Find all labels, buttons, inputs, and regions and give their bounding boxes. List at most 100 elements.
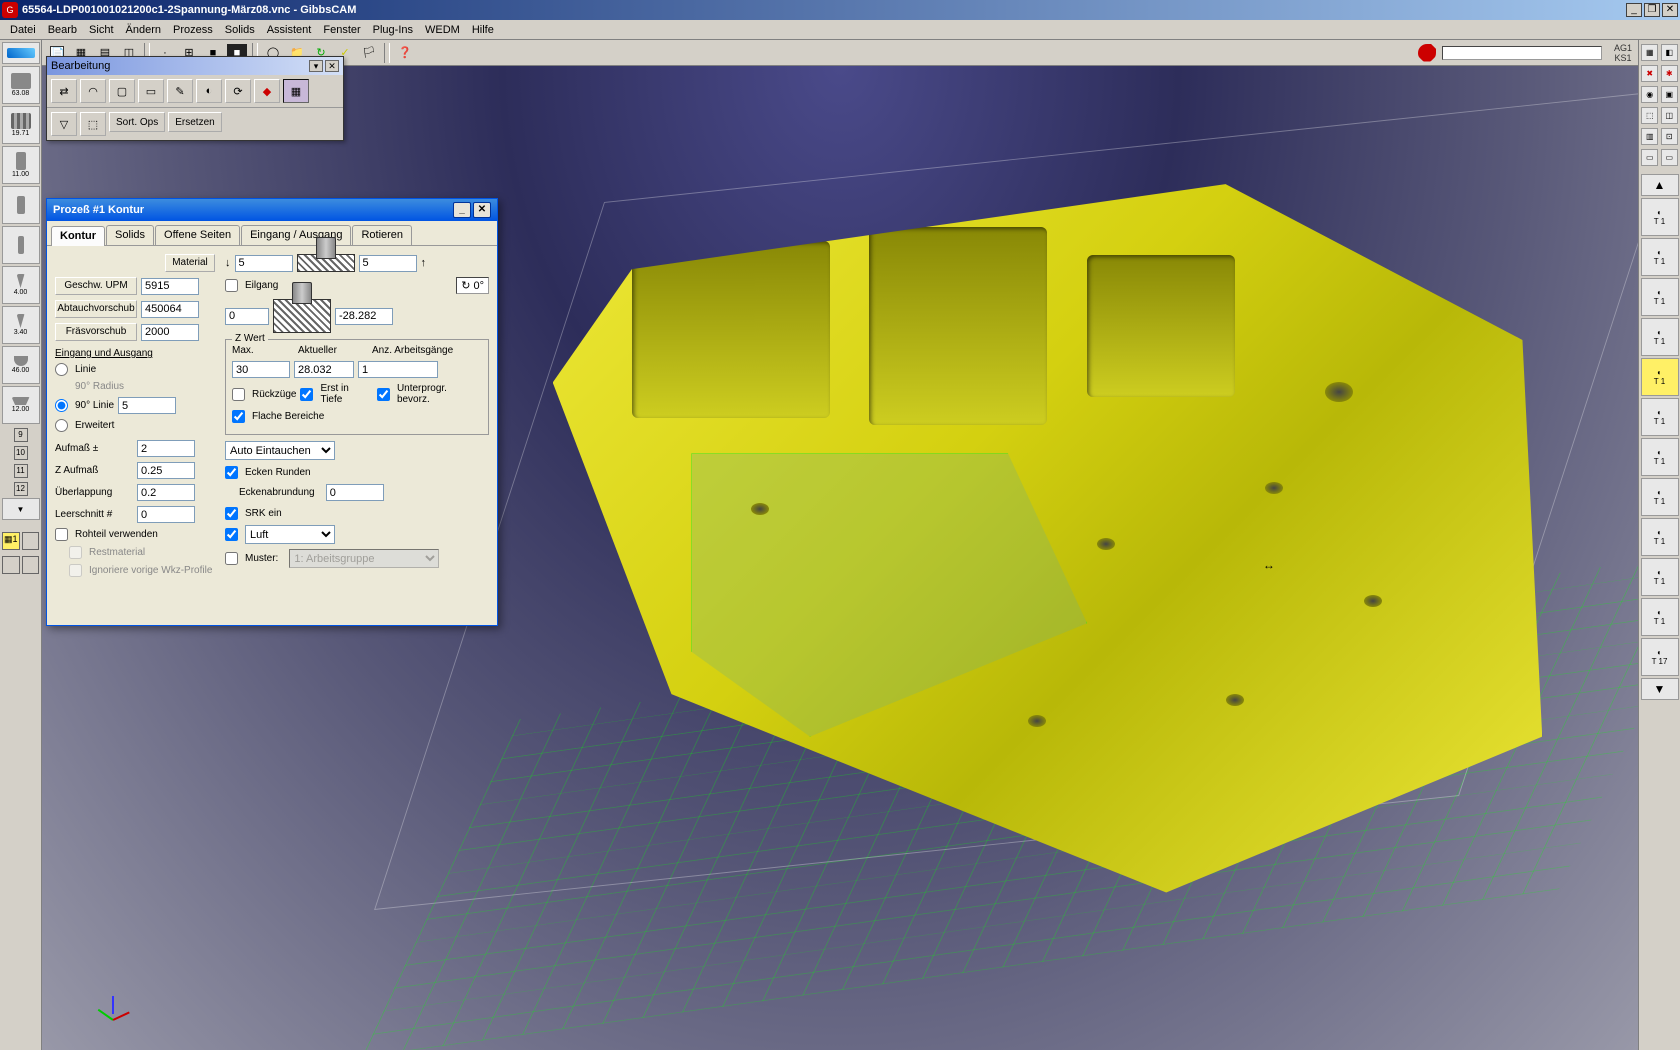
aufmass-input[interactable]: [137, 440, 195, 457]
op-slot-2[interactable]: ◐T 1: [1641, 238, 1679, 276]
ecken-checkbox[interactable]: [225, 466, 238, 479]
op-slot-11[interactable]: ◐T 1: [1641, 598, 1679, 636]
op-slot-8[interactable]: ◐T 1: [1641, 478, 1679, 516]
menu-bearb[interactable]: Bearb: [42, 22, 83, 38]
menu-prozess[interactable]: Prozess: [167, 22, 219, 38]
left-num-9[interactable]: 9: [14, 428, 28, 442]
stop-button[interactable]: [1418, 44, 1436, 62]
tab-solids[interactable]: Solids: [106, 225, 154, 245]
rt-icon-4[interactable]: ✱: [1661, 65, 1678, 82]
rt-icon-10[interactable]: ⊡: [1661, 128, 1678, 145]
dialog-close[interactable]: ✕: [473, 202, 491, 218]
botzval-input[interactable]: [335, 308, 393, 325]
pal-tool-6[interactable]: ◐: [196, 79, 222, 103]
angle-box[interactable]: ↻0°: [456, 277, 489, 294]
op-slot-4[interactable]: ◐T 1: [1641, 318, 1679, 356]
max-input[interactable]: [232, 361, 290, 378]
zaufmass-input[interactable]: [137, 462, 195, 479]
ueberlappung-input[interactable]: [137, 484, 195, 501]
topz2-input[interactable]: [359, 255, 417, 272]
rt-scroll-up[interactable]: ▲: [1641, 174, 1679, 196]
prozess-dialog[interactable]: Prozeß #1 Kontur _ ✕ Kontur Solids Offen…: [46, 198, 498, 626]
radio-90linie[interactable]: [55, 399, 68, 412]
maximize-button[interactable]: ❐: [1644, 3, 1660, 17]
tb-flag[interactable]: 🏳: [358, 43, 380, 63]
tab-kontur[interactable]: Kontur: [51, 226, 105, 246]
menu-fenster[interactable]: Fenster: [317, 22, 366, 38]
sort-ops-button[interactable]: Sort. Ops: [109, 112, 165, 132]
rt-icon-6[interactable]: ▣: [1661, 86, 1678, 103]
luft-checkbox[interactable]: [225, 528, 238, 541]
tab-offene-seiten[interactable]: Offene Seiten: [155, 225, 240, 245]
pal-tool-9-active[interactable]: ▦: [283, 79, 309, 103]
menu-datei[interactable]: Datei: [4, 22, 42, 38]
material-button[interactable]: Material: [165, 254, 215, 272]
op-slot-3[interactable]: ◐T 1: [1641, 278, 1679, 316]
pal-tool-8[interactable]: ◆: [254, 79, 280, 103]
tool-slot-9[interactable]: 12.00: [2, 386, 40, 424]
rt-icon-11[interactable]: ▭: [1641, 149, 1658, 166]
tool-slot-7[interactable]: 3.40: [2, 306, 40, 344]
palette-title-bar[interactable]: Bearbeitung ▾ ✕: [47, 57, 343, 75]
pal-tool-7[interactable]: ⟳: [225, 79, 251, 103]
tool-slot-6[interactable]: 4.00: [2, 266, 40, 304]
eckenabrund-input[interactable]: [326, 484, 384, 501]
pal-tool-1[interactable]: ⇄: [51, 79, 77, 103]
speed-input[interactable]: [141, 278, 199, 295]
rt-icon-12[interactable]: ▭: [1661, 149, 1678, 166]
muster-checkbox[interactable]: [225, 552, 238, 565]
tool-slot-3[interactable]: 11.00: [2, 146, 40, 184]
left-num-10[interactable]: 10: [14, 446, 28, 460]
left-num-12[interactable]: 12: [14, 482, 28, 496]
rt-icon-5[interactable]: ◉: [1641, 86, 1658, 103]
speed-label-button[interactable]: Geschw. UPM: [55, 277, 137, 295]
process-slot-2[interactable]: [22, 532, 40, 550]
process-slot-4[interactable]: [22, 556, 40, 574]
menu-sicht[interactable]: Sicht: [83, 22, 119, 38]
op-slot-10[interactable]: ◐T 1: [1641, 558, 1679, 596]
pal-tool-2[interactable]: ◠: [80, 79, 106, 103]
pal-tool-b1[interactable]: ▽: [51, 112, 77, 136]
pal-tool-b2[interactable]: ⬚: [80, 112, 106, 136]
eilgang-checkbox[interactable]: [225, 279, 238, 292]
feed-input[interactable]: [141, 324, 199, 341]
unterprogr-checkbox[interactable]: [377, 388, 390, 401]
tool-slot-4[interactable]: [2, 186, 40, 224]
dialog-title-bar[interactable]: Prozeß #1 Kontur _ ✕: [47, 199, 497, 221]
plunge-input[interactable]: [141, 301, 199, 318]
tb-help[interactable]: ❓: [394, 43, 416, 63]
rt-icon-8[interactable]: ◫: [1661, 107, 1678, 124]
rt-icon-9[interactable]: ▥: [1641, 128, 1658, 145]
dialog-minimize[interactable]: _: [453, 202, 471, 218]
rt-icon-7[interactable]: ⬚: [1641, 107, 1658, 124]
tool-slot-5[interactable]: [2, 226, 40, 264]
radio-linie[interactable]: [55, 363, 68, 376]
rohteil-checkbox[interactable]: [55, 528, 68, 541]
menu-plugins[interactable]: Plug-Ins: [367, 22, 419, 38]
menu-assistent[interactable]: Assistent: [261, 22, 318, 38]
pal-tool-4[interactable]: ▭: [138, 79, 164, 103]
op-slot-7[interactable]: ◐T 1: [1641, 438, 1679, 476]
op-slot-9[interactable]: ◐T 1: [1641, 518, 1679, 556]
menu-solids[interactable]: Solids: [219, 22, 261, 38]
menu-hilfe[interactable]: Hilfe: [466, 22, 500, 38]
op-slot-5-selected[interactable]: ◐T 1: [1641, 358, 1679, 396]
anz-input[interactable]: [358, 361, 438, 378]
linie90-input[interactable]: [118, 397, 176, 414]
tool-slot-1[interactable]: 63.08: [2, 66, 40, 104]
srk-checkbox[interactable]: [225, 507, 238, 520]
op-slot-6[interactable]: ◐T 1: [1641, 398, 1679, 436]
flache-checkbox[interactable]: [232, 410, 245, 423]
rueckzuege-checkbox[interactable]: [232, 388, 245, 401]
plunge-label-button[interactable]: Abtauchvorschub: [55, 300, 137, 318]
menu-aendern[interactable]: Ändern: [120, 22, 167, 38]
rt-icon-2[interactable]: ◧: [1661, 44, 1678, 61]
tool-slot-2[interactable]: 19.71: [2, 106, 40, 144]
op-slot-1[interactable]: ◐T 1: [1641, 198, 1679, 236]
bearbeitung-palette[interactable]: Bearbeitung ▾ ✕ ⇄ ◠ ▢ ▭ ✎ ◐ ⟳ ◆ ▦ ▽ ⬚ So…: [46, 56, 344, 141]
tab-rotieren[interactable]: Rotieren: [352, 225, 412, 245]
rt-scroll-down[interactable]: ▼: [1641, 678, 1679, 700]
op-slot-12[interactable]: ◐T 17: [1641, 638, 1679, 676]
tool-slot-8[interactable]: 46.00: [2, 346, 40, 384]
pal-tool-5[interactable]: ✎: [167, 79, 193, 103]
